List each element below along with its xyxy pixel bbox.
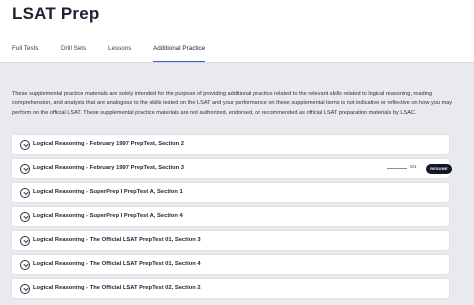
- chevron-down-icon[interactable]: [20, 235, 30, 246]
- tab-drill-sets[interactable]: Drill Sets: [61, 44, 86, 62]
- item-label: Logical Reasoning - The Official LSAT Pr…: [33, 284, 201, 291]
- list-item[interactable]: Logical Reasoning - The Official LSAT Pr…: [12, 255, 449, 274]
- disclaimer-text: These supplemental practice materials ar…: [12, 91, 453, 116]
- list-item[interactable]: Logical Reasoning - February 1997 PrepTe…: [12, 135, 449, 154]
- chevron-down-icon[interactable]: [20, 139, 30, 150]
- item-label: Logical Reasoning - February 1997 PrepTe…: [33, 164, 184, 171]
- resume-button[interactable]: RESUME: [426, 163, 452, 174]
- tab-full-tests[interactable]: Full Tests: [12, 44, 38, 62]
- tab-additional-practice[interactable]: Additional Practice: [153, 44, 206, 62]
- list-item[interactable]: Logical Reasoning - The Official LSAT Pr…: [12, 279, 449, 298]
- chevron-down-icon[interactable]: [20, 259, 30, 270]
- progress-bar: [387, 168, 407, 169]
- list-item[interactable]: Logical Reasoning - SuperPrep I PrepTest…: [12, 183, 449, 202]
- item-label: Logical Reasoning - SuperPrep I PrepTest…: [33, 188, 183, 195]
- list-item[interactable]: Logical Reasoning - SuperPrep I PrepTest…: [12, 207, 449, 226]
- chevron-down-icon[interactable]: [20, 211, 30, 222]
- item-label: Logical Reasoning - The Official LSAT Pr…: [33, 236, 201, 243]
- item-label: Logical Reasoning - The Official LSAT Pr…: [33, 260, 201, 267]
- chevron-down-icon[interactable]: [20, 283, 30, 294]
- list-item[interactable]: Logical Reasoning - The Official LSAT Pr…: [12, 231, 449, 250]
- header-divider: [0, 62, 474, 63]
- item-label: Logical Reasoning - SuperPrep I PrepTest…: [33, 212, 183, 219]
- chevron-down-icon[interactable]: [20, 187, 30, 198]
- page-title: LSAT Prep: [12, 4, 100, 23]
- item-label: Logical Reasoning - February 1997 PrepTe…: [33, 140, 184, 147]
- tab-lessons[interactable]: Lessons: [108, 44, 131, 62]
- chevron-down-icon[interactable]: [20, 163, 30, 174]
- page-header: LSAT Prep Full Tests Drill Sets Lessons …: [0, 0, 474, 62]
- progress-count: 0/1: [410, 165, 417, 170]
- list-item[interactable]: Logical Reasoning - February 1997 PrepTe…: [12, 159, 452, 178]
- tab-bar: Full Tests Drill Sets Lessons Additional…: [0, 44, 474, 62]
